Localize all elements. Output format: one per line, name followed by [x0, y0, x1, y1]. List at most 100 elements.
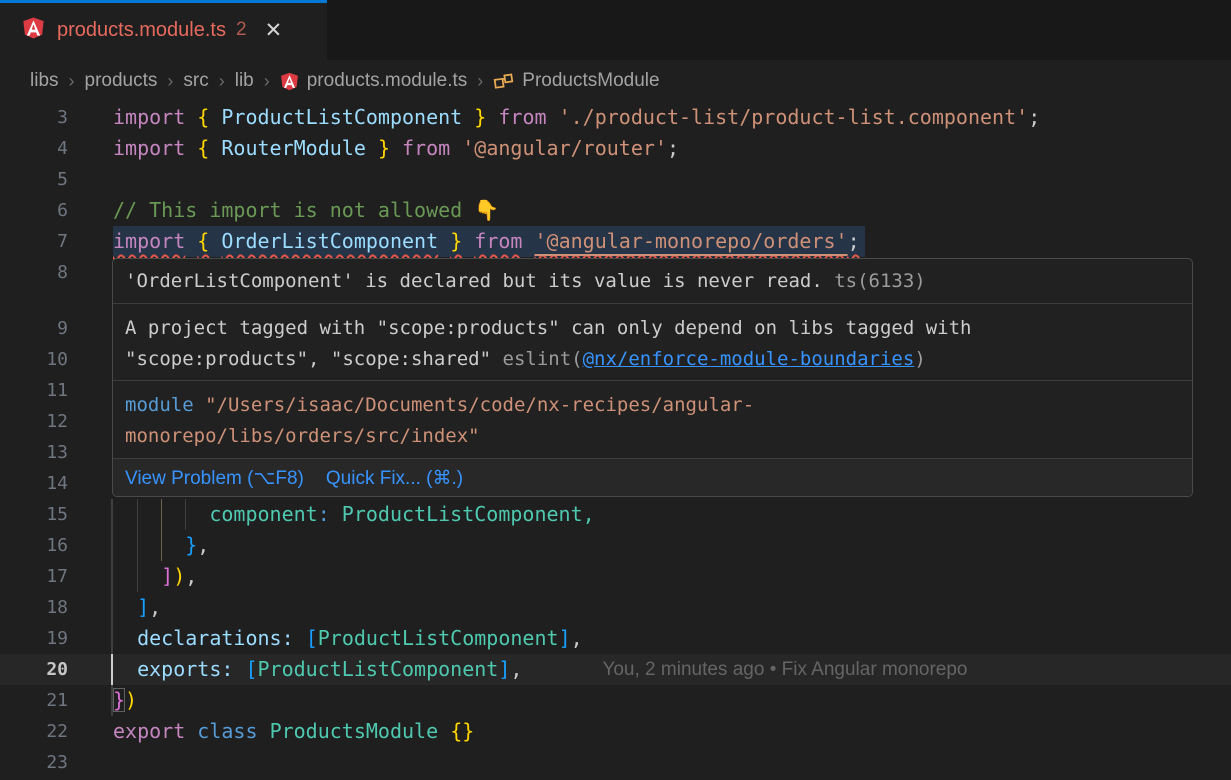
breadcrumb-item-products[interactable]: products	[85, 70, 158, 92]
code-token	[113, 626, 137, 650]
code-line-content[interactable]: ]),	[113, 561, 197, 592]
code-line-content[interactable]: import { OrderListComponent } from '@ang…	[113, 226, 865, 257]
breadcrumb-separator: ›	[167, 71, 173, 92]
breadcrumb-item-lib[interactable]: lib	[235, 70, 254, 92]
code-line-18: 18 ],	[0, 592, 1231, 623]
line-number: 21	[0, 685, 68, 716]
hover-text: eslint(	[503, 348, 583, 370]
breadcrumb-item-src[interactable]: src	[183, 70, 208, 92]
code-token: ]	[498, 657, 510, 681]
breadcrumb-item-products.module.ts[interactable]: products.module.ts	[307, 70, 468, 92]
line-number: 14	[0, 468, 68, 499]
breadcrumb-item-productsmodule[interactable]: ProductsModule	[522, 70, 659, 92]
hover-text-line: monorepo/libs/orders/src/index"	[125, 421, 1180, 452]
code-line-21: 21})	[0, 685, 1231, 716]
scope-guide-bar	[111, 499, 113, 654]
line-number: 13	[0, 437, 68, 468]
hover-text: module	[125, 394, 194, 416]
view-problem-action[interactable]: View Problem (⌥F8)	[125, 467, 304, 490]
code-line-20: 20 exports: [ProductListComponent],You, …	[0, 654, 1231, 685]
breadcrumb-separator: ›	[264, 71, 270, 92]
code-token: {}	[450, 719, 474, 743]
breadcrumb: libs›products›src›lib›products.module.ts…	[0, 60, 1231, 102]
indent-guide	[185, 499, 186, 530]
eslint-rule-link[interactable]: @nx/enforce-module-boundaries	[583, 348, 915, 370]
breadcrumb-item-libs[interactable]: libs	[30, 70, 59, 92]
code-token: component	[209, 502, 317, 526]
quick-fix-action[interactable]: Quick Fix... (⌘.)	[326, 467, 463, 490]
code-line-content[interactable]: export class ProductsModule {}	[113, 716, 474, 747]
line-number: 22	[0, 716, 68, 747]
code-token: ,	[197, 533, 209, 557]
hover-text-line: "scope:products", "scope:shared" eslint(…	[125, 344, 1180, 375]
code-line-content[interactable]: component: ProductListComponent,	[113, 499, 595, 530]
code-line-content[interactable]: // This import is not allowed 👇	[113, 195, 499, 226]
code-line-content[interactable]: exports: [ProductListComponent],	[113, 654, 522, 685]
code-line-3: 3 import { ProductListComponent } from '.…	[0, 102, 1231, 133]
cursor-guide-bar	[111, 654, 113, 685]
code-line-content[interactable]: declarations: [ProductListComponent],	[113, 623, 583, 654]
code-token: }	[378, 136, 390, 160]
code-token	[486, 105, 498, 129]
close-icon[interactable]: ✕	[265, 20, 283, 41]
code-token: import	[113, 136, 185, 160]
code-token: ProductsModule	[270, 719, 439, 743]
indent-guide	[137, 561, 138, 592]
code-token: from	[498, 105, 546, 129]
code-token: from	[402, 136, 450, 160]
code-line-content[interactable]: ],	[113, 592, 161, 623]
hover-section: 'OrderListComponent' is declared but its…	[113, 259, 1192, 304]
code-token	[185, 719, 197, 743]
problem-hover-popup: 'OrderListComponent' is declared but its…	[112, 258, 1193, 497]
line-number: 16	[0, 530, 68, 561]
indent-guide	[161, 499, 162, 530]
hover-section: module "/Users/isaac/Documents/code/nx-r…	[113, 381, 1192, 459]
code-token	[330, 502, 342, 526]
code-token: RouterModule	[221, 136, 366, 160]
hover-text	[194, 394, 205, 416]
line-number: 23	[0, 747, 68, 778]
line-number: 6	[0, 195, 68, 226]
indent-guide	[137, 499, 138, 530]
code-token	[209, 229, 221, 253]
code-token	[390, 136, 402, 160]
code-token: './product-list/product-list.component'	[559, 105, 1029, 129]
code-line-22: 22 export class ProductsModule {}	[0, 716, 1231, 747]
line-number: 19	[0, 623, 68, 654]
vscode-editor-window: products.module.ts 2 ✕ libs › products › src…	[0, 0, 1231, 780]
hover-text: "scope:products", "scope:shared"	[125, 348, 503, 370]
code-token: ]	[137, 595, 149, 619]
code-line-content[interactable]: },	[113, 530, 209, 561]
breadcrumb-separator: ›	[69, 71, 75, 92]
line-number: 5	[0, 164, 68, 195]
code-line-content[interactable]: import { ProductListComponent } from './…	[113, 102, 1040, 133]
indent-guide	[137, 530, 138, 561]
code-line-content[interactable]: })	[113, 685, 137, 716]
code-line-16: 16 },	[0, 530, 1231, 561]
code-token: {	[197, 229, 209, 253]
line-number: 3	[0, 102, 68, 133]
code-token: // This import is not allowed 👇	[113, 198, 499, 222]
code-token	[294, 626, 306, 650]
code-token: {	[197, 105, 209, 129]
code-token: OrderListComponent	[221, 229, 438, 253]
code-token: import	[113, 105, 185, 129]
code-token: ,	[149, 595, 161, 619]
tab-bar: products.module.ts 2 ✕	[0, 0, 1231, 60]
code-line-content[interactable]: import { RouterModule } from '@angular/r…	[113, 133, 679, 164]
hover-section: A project tagged with "scope:products" c…	[113, 304, 1192, 381]
hover-text: A project tagged with "scope:products" c…	[125, 317, 971, 339]
code-token: ;	[1028, 105, 1040, 129]
hover-text: monorepo/libs/orders/src/index"	[125, 425, 480, 447]
code-token: ;	[667, 136, 679, 160]
code-token: ProductListComponent,	[342, 502, 595, 526]
tab-products-module[interactable]: products.module.ts 2 ✕	[0, 0, 327, 60]
git-blame-annotation: You, 2 minutes ago • Fix Angular monorep…	[602, 654, 967, 685]
code-line-5: 5	[0, 164, 1231, 195]
active-tab-indicator	[0, 0, 327, 3]
code-token	[450, 136, 462, 160]
code-token: class	[197, 719, 257, 743]
code-token	[438, 229, 450, 253]
code-line-15: 15 component: ProductListComponent,	[0, 499, 1231, 530]
code-token: ProductListComponent	[221, 105, 462, 129]
